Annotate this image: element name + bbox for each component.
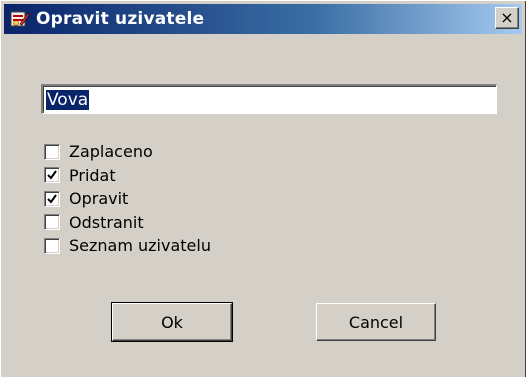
checkbox-label: Pridat [69,165,116,185]
checkmark-icon [47,170,57,180]
checkbox-label: Seznam uzivatelu [69,236,211,256]
checkbox-zaplaceno[interactable]: Zaplaceno [44,140,211,164]
checkbox-box[interactable] [44,190,60,207]
checkbox-box[interactable] [44,237,60,254]
username-input[interactable]: Vova [41,84,497,114]
checkbox-box[interactable] [44,167,60,184]
checkbox-odstranit[interactable]: Odstranit [44,211,211,235]
checkbox-box[interactable] [44,143,60,160]
window-title: Opravit uzivatele [36,9,205,29]
close-button[interactable]: × [495,7,519,29]
app-icon [8,8,32,30]
checkmark-icon [47,194,57,204]
cancel-button[interactable]: Cancel [316,303,436,341]
checkbox-seznam-uzivatelu[interactable]: Seznam uzivatelu [44,234,211,258]
checkbox-box[interactable] [44,214,60,231]
checkbox-label: Zaplaceno [69,142,153,162]
title-bar[interactable]: Opravit uzivatele × [4,4,522,34]
checkbox-label: Opravit [69,189,129,209]
checkbox-opravit[interactable]: Opravit [44,187,211,211]
checkbox-pridat[interactable]: Pridat [44,164,211,188]
close-icon: × [500,8,514,27]
dialog-window: Opravit uzivatele × Vova Zaplaceno Prida… [0,0,526,377]
checkbox-label: Odstranit [69,212,144,232]
permissions-checklist: Zaplaceno Pridat Opravit Odstranit Sezna… [44,140,211,258]
username-value: Vova [46,89,90,110]
ok-button[interactable]: Ok [111,302,233,342]
